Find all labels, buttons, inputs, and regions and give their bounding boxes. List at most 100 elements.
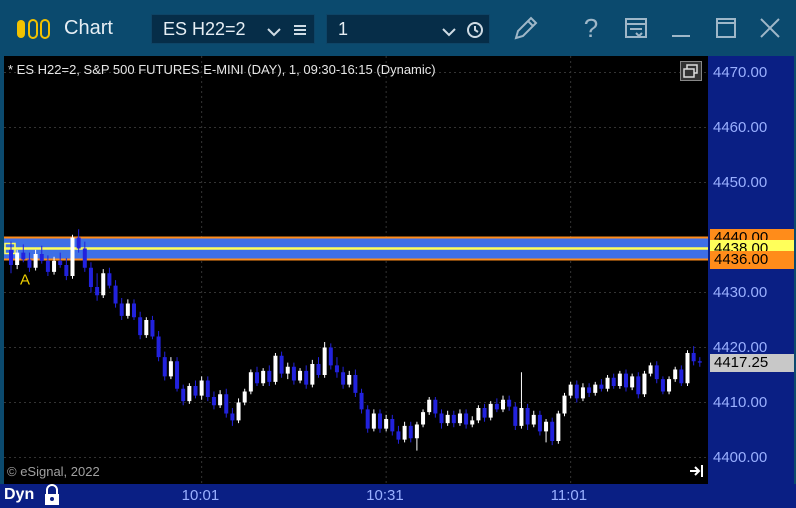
- minimize-icon[interactable]: [665, 12, 697, 44]
- candle[interactable]: [691, 346, 696, 366]
- candle[interactable]: [322, 342, 327, 378]
- candle[interactable]: [630, 373, 635, 391]
- candle[interactable]: [291, 362, 296, 385]
- candle[interactable]: [304, 365, 309, 389]
- candle[interactable]: [568, 381, 573, 399]
- candle[interactable]: [242, 388, 247, 406]
- time-axis[interactable]: Dyn 10:01 10:31 11:01: [0, 484, 796, 508]
- candle[interactable]: [599, 379, 604, 392]
- candle[interactable]: [685, 350, 690, 386]
- candle[interactable]: [211, 391, 216, 410]
- candle[interactable]: [384, 414, 389, 432]
- candle[interactable]: [205, 376, 210, 402]
- candle[interactable]: [138, 311, 143, 340]
- candle[interactable]: [230, 408, 235, 426]
- candle[interactable]: [144, 317, 149, 338]
- candle[interactable]: [162, 351, 167, 381]
- candle[interactable]: [667, 376, 672, 395]
- candle[interactable]: [218, 390, 223, 408]
- candle[interactable]: [673, 366, 678, 382]
- candle[interactable]: [353, 369, 358, 398]
- candle[interactable]: [654, 361, 659, 384]
- candle[interactable]: [648, 362, 653, 377]
- template-icon[interactable]: [620, 12, 652, 44]
- candle[interactable]: [396, 425, 401, 444]
- candle[interactable]: [113, 280, 118, 308]
- candle[interactable]: [316, 357, 321, 378]
- candle[interactable]: [476, 405, 481, 424]
- candle[interactable]: [261, 368, 266, 386]
- candle[interactable]: [341, 366, 346, 389]
- candle[interactable]: [132, 299, 136, 320]
- candle[interactable]: [267, 365, 272, 386]
- restore-window-icon[interactable]: [680, 61, 702, 81]
- candle[interactable]: [482, 403, 487, 422]
- candle[interactable]: [70, 234, 75, 279]
- candle[interactable]: [273, 353, 278, 385]
- candle[interactable]: [187, 383, 192, 404]
- candle[interactable]: [255, 366, 259, 386]
- candle[interactable]: [156, 331, 161, 362]
- candle[interactable]: [587, 383, 592, 397]
- candle[interactable]: [168, 357, 173, 380]
- candle[interactable]: [175, 357, 180, 392]
- candle[interactable]: [611, 373, 616, 389]
- candle[interactable]: [95, 273, 100, 301]
- candle[interactable]: [525, 403, 530, 430]
- scroll-to-end-icon[interactable]: [688, 463, 706, 479]
- candle[interactable]: [101, 269, 106, 298]
- price-chart[interactable]: A: [4, 56, 708, 484]
- symbol-dropdown[interactable]: ES H22=2: [151, 14, 315, 44]
- candle[interactable]: [624, 369, 628, 392]
- candle[interactable]: [279, 351, 284, 378]
- candle[interactable]: [378, 409, 382, 433]
- candle[interactable]: [439, 409, 444, 429]
- candle[interactable]: [125, 299, 130, 319]
- candle[interactable]: [15, 249, 20, 270]
- lock-icon[interactable]: [42, 484, 62, 506]
- candle[interactable]: [636, 372, 641, 399]
- candle[interactable]: [679, 365, 684, 386]
- candle[interactable]: [513, 402, 518, 431]
- chart-plot-area[interactable]: A * ES H22=2, S&P 500 FUTURES E-MINI (DA…: [4, 56, 708, 484]
- candle[interactable]: [507, 395, 512, 411]
- candle[interactable]: [64, 258, 69, 281]
- candle[interactable]: [494, 398, 499, 413]
- candle[interactable]: [427, 397, 432, 415]
- candle[interactable]: [562, 392, 567, 417]
- candle[interactable]: [371, 409, 376, 432]
- candle[interactable]: [433, 397, 438, 418]
- candle[interactable]: [580, 383, 585, 402]
- candle[interactable]: [445, 410, 450, 426]
- interval-dropdown[interactable]: 1: [326, 14, 490, 44]
- candle[interactable]: [248, 369, 253, 395]
- close-icon[interactable]: [754, 12, 786, 44]
- candle[interactable]: [642, 370, 647, 397]
- list-icon[interactable]: [291, 21, 309, 39]
- candle[interactable]: [107, 267, 112, 289]
- candle[interactable]: [697, 357, 702, 367]
- candle[interactable]: [421, 409, 426, 428]
- pencil-icon[interactable]: [510, 12, 542, 44]
- candle[interactable]: [414, 421, 419, 451]
- help-icon[interactable]: ?: [575, 12, 607, 44]
- candle[interactable]: [402, 421, 407, 443]
- maximize-icon[interactable]: [710, 12, 742, 44]
- candle[interactable]: [660, 376, 665, 395]
- candle[interactable]: [556, 410, 561, 444]
- candle[interactable]: [457, 409, 462, 426]
- price-axis[interactable]: 4470.004460.004450.004440.004430.004420.…: [708, 56, 794, 484]
- chevron-down-icon[interactable]: [266, 23, 282, 37]
- candle[interactable]: [574, 380, 579, 403]
- candle[interactable]: [359, 388, 364, 414]
- candle[interactable]: [298, 368, 303, 384]
- candle[interactable]: [519, 372, 524, 429]
- candle[interactable]: [537, 410, 542, 436]
- candle[interactable]: [531, 410, 536, 428]
- candle[interactable]: [593, 381, 598, 396]
- candle[interactable]: [470, 416, 475, 428]
- candle[interactable]: [617, 370, 622, 389]
- clock-icon[interactable]: [466, 21, 484, 39]
- candle[interactable]: [365, 405, 370, 433]
- candle[interactable]: [408, 421, 413, 443]
